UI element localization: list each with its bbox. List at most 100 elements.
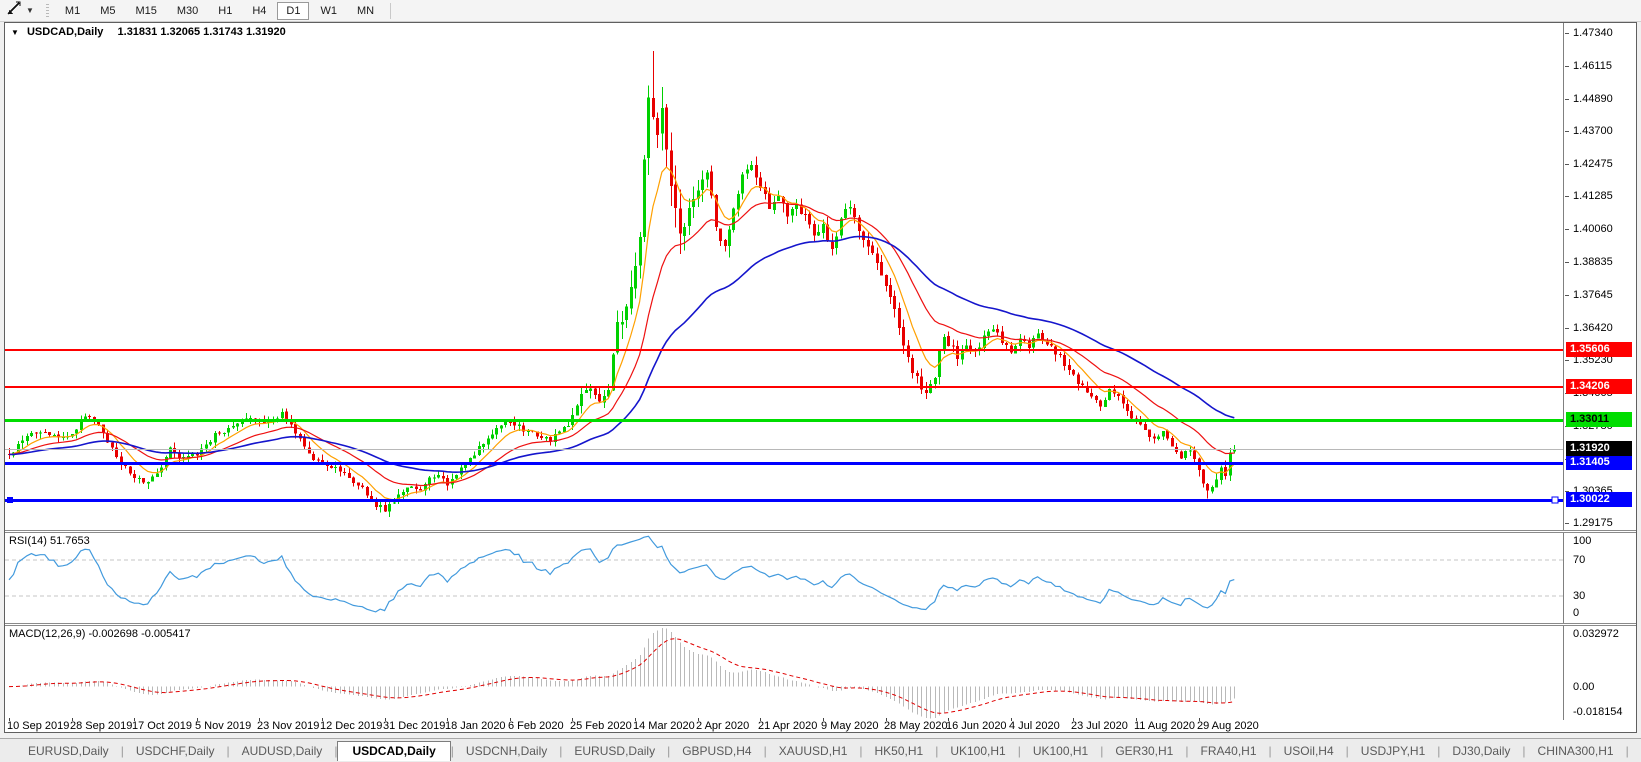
- timeframe-button-D1[interactable]: D1: [277, 1, 310, 20]
- date-label: 4 Jul 2020: [1009, 720, 1060, 732]
- chart-tab-9-uk100-h1[interactable]: UK100,H1: [938, 742, 1017, 760]
- panel-splitter[interactable]: [5, 625, 1636, 626]
- date-label: 25 Feb 2020: [570, 720, 632, 732]
- date-label: 23 Jul 2020: [1071, 720, 1128, 732]
- timeframe-button-H4[interactable]: H4: [243, 2, 275, 20]
- hline-1.33011[interactable]: [5, 419, 1563, 422]
- date-label: 28 May 2020: [884, 720, 948, 732]
- date-label: 16 Jun 2020: [946, 720, 1007, 732]
- price-axis[interactable]: 1.47340 1.46115 1.44890 1.43700 1.42475 1.412…: [1563, 23, 1636, 530]
- rsi-axis[interactable]: 100 70 30 0: [1563, 533, 1636, 623]
- chart-symbol-period: USDCAD,Daily: [26, 26, 104, 38]
- price-level-tag-1.34206: 1.34206: [1566, 379, 1632, 394]
- date-label: 6 Feb 2020: [508, 720, 564, 732]
- timeframe-button-W1[interactable]: W1: [311, 2, 346, 20]
- chart-tools-button[interactable]: ▼: [3, 0, 38, 21]
- timeframe-button-M15[interactable]: M15: [126, 2, 165, 20]
- macd-chart[interactable]: [5, 626, 1563, 720]
- timeframe-button-H1[interactable]: H1: [209, 2, 241, 20]
- toolbar-grip[interactable]: [45, 3, 49, 18]
- chart-tab-0-eurusd-daily[interactable]: EURUSD,Daily: [16, 742, 121, 760]
- chart-tab-3-usdcad-daily[interactable]: USDCAD,Daily: [337, 740, 451, 761]
- price-level-tag-1.35606: 1.35606: [1566, 342, 1632, 357]
- timeframe-button-M1[interactable]: M1: [56, 2, 89, 20]
- date-axis[interactable]: 10 Sep 2019 28 Sep 2019 17 Oct 2019 5 Nov 2…: [5, 718, 1636, 732]
- down-candle-wicks: [9, 50, 1226, 513]
- hline-1.35606[interactable]: [5, 349, 1563, 351]
- rsi-axis-label: 100: [1573, 535, 1592, 547]
- price-tick-mark: [1565, 262, 1569, 263]
- macd-axis-label: 0.032972: [1573, 628, 1619, 640]
- macd-axis-label: -0.018154: [1573, 706, 1623, 718]
- timeframe-toolbar: ▼ M1 M5 M15 M30 H1 H4 D1 W1 MN: [0, 0, 1641, 22]
- chart-tab-4-usdcnh-daily[interactable]: USDCNH,Daily: [454, 742, 559, 760]
- hline-1.31405[interactable]: [5, 462, 1563, 465]
- chart-tab-17-usoil-h1[interactable]: USOil,H1: [1629, 742, 1641, 760]
- macd-panel[interactable]: MACD(12,26,9) -0.002698 -0.005417 0.0329…: [5, 626, 1636, 720]
- date-label: 2 Apr 2020: [696, 720, 750, 732]
- chart-window[interactable]: ▼ USDCAD,Daily 1.31831 1.32065 1.31743 1…: [4, 22, 1637, 733]
- price-tick-mark: [1565, 196, 1569, 197]
- chart-tab-10-uk100-h1[interactable]: UK100,H1: [1021, 742, 1100, 760]
- price-panel[interactable]: 1.47340 1.46115 1.44890 1.43700 1.42475 1.412…: [5, 23, 1636, 530]
- chart-tab-16-china300-h1[interactable]: CHINA300,H1: [1526, 742, 1626, 760]
- panel-splitter[interactable]: [5, 623, 1636, 624]
- timeframe-button-MN[interactable]: MN: [348, 2, 383, 20]
- timeframe-button-M5[interactable]: M5: [91, 2, 124, 20]
- date-label: 23 Nov 2019: [257, 720, 320, 732]
- panel-splitter[interactable]: [5, 532, 1636, 533]
- hline-1.34206[interactable]: [5, 386, 1563, 388]
- hline-handle-left[interactable]: [7, 497, 13, 503]
- price-tick-mark: [1565, 99, 1569, 100]
- price-tick-label: 1.38835: [1573, 256, 1613, 268]
- chart-tab-7-xauusd-h1[interactable]: XAUUSD,H1: [767, 742, 860, 760]
- chart-tab-1-usdchf-daily[interactable]: USDCHF,Daily: [124, 742, 227, 760]
- rsi-axis-label: 30: [1573, 590, 1586, 602]
- current-price-tag: 1.31920: [1566, 441, 1632, 456]
- chart-tab-13-usoil-h4[interactable]: USOil,H4: [1272, 742, 1346, 760]
- chart-tab-8-hk50-h1[interactable]: HK50,H1: [863, 742, 936, 760]
- date-label: 21 Apr 2020: [758, 720, 818, 732]
- toolbar-separator: [390, 2, 392, 19]
- date-label: 9 May 2020: [821, 720, 879, 732]
- timeframe-button-M30[interactable]: M30: [168, 2, 207, 20]
- hline-handle-right[interactable]: [1551, 496, 1559, 504]
- rsi-panel[interactable]: RSI(14) 51.7653 100 70 30 0: [5, 533, 1636, 623]
- price-tick-mark: [1565, 360, 1569, 361]
- price-tick-mark: [1565, 295, 1569, 296]
- panel-splitter[interactable]: [5, 530, 1636, 531]
- chart-tab-bar: EURUSD,Daily | USDCHF,Daily | AUDUSD,Daily | U…: [0, 738, 1641, 762]
- date-label: 10 Sep 2019: [7, 720, 70, 732]
- chart-tab-15-dj30-daily[interactable]: DJ30,Daily: [1440, 742, 1522, 760]
- date-label: 29 Aug 2020: [1197, 720, 1259, 732]
- chart-tab-5-eurusd-daily[interactable]: EURUSD,Daily: [562, 742, 667, 760]
- chart-tab-6-gbpusd-h4[interactable]: GBPUSD,H4: [670, 742, 763, 760]
- date-label: 14 Mar 2020: [633, 720, 695, 732]
- date-label: 31 Dec 2019: [383, 720, 446, 732]
- rsi-line: [8, 535, 1235, 613]
- date-label: 18 Jan 2020: [445, 720, 506, 732]
- moving-average-50[interactable]: [9, 235, 1235, 474]
- price-tick-mark: [1565, 523, 1569, 524]
- price-tick-mark: [1565, 229, 1569, 230]
- price-tick-label: 1.47340: [1573, 27, 1613, 39]
- price-tick-mark: [1565, 131, 1569, 132]
- candlestick-chart[interactable]: [5, 23, 1563, 530]
- price-tick-label: 1.40060: [1573, 223, 1613, 235]
- date-label: 17 Oct 2019: [132, 720, 192, 732]
- chart-tab-11-ger30-h1[interactable]: GER30,H1: [1103, 742, 1185, 760]
- chart-tab-2-audusd-daily[interactable]: AUDUSD,Daily: [230, 742, 335, 760]
- up-candle-wicks: [13, 85, 1235, 517]
- macd-axis[interactable]: 0.032972 0.00 -0.018154: [1563, 626, 1636, 720]
- chart-tab-14-usdjpy-h1[interactable]: USDJPY,H1: [1349, 742, 1437, 760]
- price-level-tag-1.31405: 1.31405: [1566, 455, 1632, 470]
- rsi-label: RSI(14) 51.7653: [9, 535, 90, 547]
- rsi-chart[interactable]: [5, 533, 1563, 623]
- chart-tab-12-fra40-h1[interactable]: FRA40,H1: [1188, 742, 1268, 760]
- title-caret-icon[interactable]: ▼: [11, 28, 19, 37]
- date-label: 12 Dec 2019: [320, 720, 383, 732]
- date-label: 11 Aug 2020: [1134, 720, 1195, 732]
- price-tick-label: 1.29175: [1573, 517, 1613, 529]
- price-tick-label: 1.36420: [1573, 322, 1613, 334]
- hline-1.30022[interactable]: [5, 499, 1563, 502]
